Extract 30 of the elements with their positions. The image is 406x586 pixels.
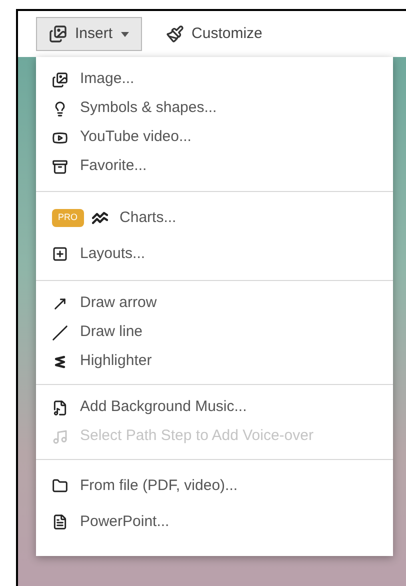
menu-item[interactable]: Layouts... [36, 236, 393, 272]
brush-icon [166, 25, 184, 43]
menu-item[interactable]: PowerPoint... [36, 504, 393, 540]
toolbar-button[interactable]: Customize [154, 17, 274, 51]
menu-item[interactable]: Draw arrow [36, 289, 393, 318]
line-icon [52, 324, 68, 340]
menu-item[interactable]: From file (PDF, video)... [36, 468, 393, 504]
menu-item[interactable]: Highlighter [36, 347, 393, 376]
image-icon [52, 72, 68, 88]
chart-icon [92, 210, 108, 226]
menu-item[interactable]: Draw line [36, 318, 393, 347]
toolbar-button[interactable]: Insert [36, 17, 142, 51]
music-note-icon [52, 428, 68, 444]
menu-item[interactable]: Symbols & shapes... [36, 94, 393, 123]
menu-item[interactable]: Favorite... [36, 152, 393, 181]
pro-badge: PRO [52, 209, 84, 227]
folder-icon [52, 478, 68, 494]
menu-item[interactable]: Add Background Music... [36, 393, 393, 422]
menu-item[interactable]: YouTube video... [36, 123, 393, 152]
play-icon [52, 130, 68, 146]
arrow-icon [52, 296, 68, 312]
menu-item[interactable]: PRO Charts... [36, 200, 393, 236]
document-icon [52, 514, 68, 530]
archive-icon [52, 158, 68, 174]
plus-square-icon [52, 246, 68, 262]
caret-icon [120, 32, 129, 36]
music-file-icon [52, 400, 68, 416]
squiggle-icon [52, 354, 68, 370]
image-icon [49, 25, 67, 43]
menu-item[interactable]: Image... [36, 65, 393, 94]
